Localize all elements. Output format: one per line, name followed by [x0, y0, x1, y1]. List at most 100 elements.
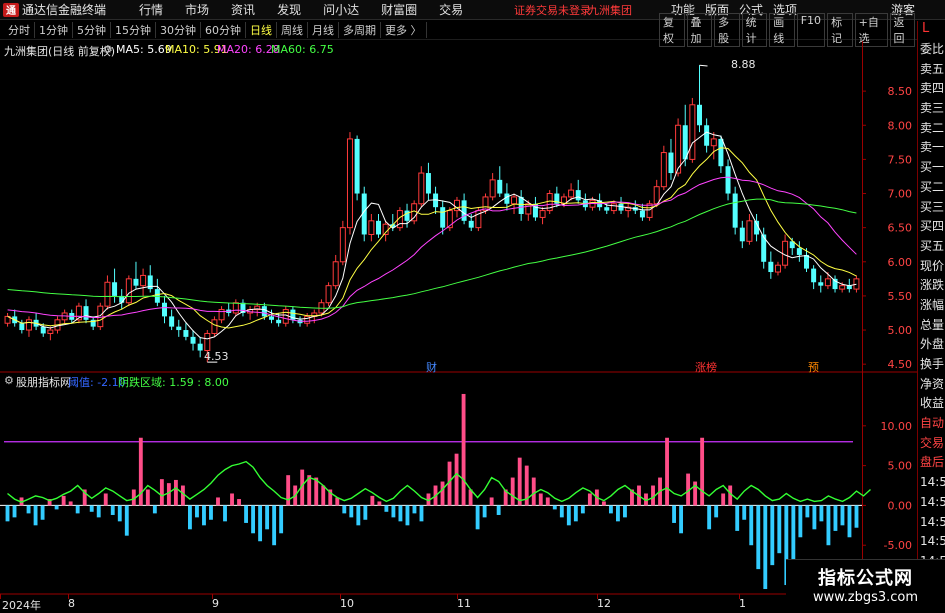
decline-zone-label: 阴跌区域: 1.59 : 8.00: [118, 376, 229, 389]
indicator-bar: [286, 475, 291, 506]
sidebar-item: 买二: [920, 179, 945, 194]
sidebar-item: 卖二: [920, 120, 945, 135]
high-price-label: 8.88: [731, 58, 756, 71]
sidebar-item: 外盘: [920, 337, 945, 352]
indicator-bar: [623, 505, 627, 518]
indicator-bar: [12, 505, 17, 518]
forecast-marker[interactable]: 预: [808, 359, 819, 375]
candle-body: [282, 309, 289, 324]
chart-area[interactable]: 8.50 8.00 7.50 7.00 6.50 6.00 5.50 5.00 4.50 10.0…: [0, 41, 917, 612]
sidebar-items: 委比 卖五 卖四 卖三 卖二 卖一 买一 买二 买三 买四 买五 现价 涨跌 涨幅 总量 外盘 换手 净资 收益 自动…: [918, 40, 945, 611]
finance-marker[interactable]: 财: [426, 359, 437, 375]
candle-body: [425, 173, 431, 194]
period-tab-60min[interactable]: 60分钟: [201, 22, 246, 38]
candle-body: [211, 319, 218, 334]
period-toolbar: 分时 1分钟 5分钟 15分钟 30分钟 60分钟 日线 周线 月线 多周期 更…: [0, 13, 917, 47]
candle-body: [739, 227, 745, 242]
candle-body: [125, 278, 132, 304]
y-tick-label: 8.50: [888, 85, 913, 98]
x-axis-label-dec: 12: [597, 597, 611, 610]
indicator-bar: [68, 501, 73, 506]
menu-item-wealth-circle[interactable]: 财富圈: [370, 1, 428, 18]
indicator-bar: [791, 505, 796, 562]
indicator-bar: [440, 481, 445, 506]
candle-body: [325, 285, 332, 304]
ma60-label: MA60: 6.75: [271, 43, 334, 56]
candle-body: [610, 203, 617, 212]
menu-item-assistant[interactable]: 问小达: [312, 1, 370, 18]
menu-item-market[interactable]: 市场: [174, 1, 220, 18]
settings-icon[interactable]: ⚙: [103, 43, 113, 56]
indicator-bar: [587, 493, 592, 506]
current-stock-name: 九洲集团: [588, 3, 632, 17]
candle-body: [539, 210, 546, 218]
candle-body: [176, 326, 182, 331]
indicator-bar: [700, 437, 705, 506]
candle-body: [489, 179, 496, 198]
sidebar-item: 14:56: [920, 514, 945, 529]
y-tick-label: 7.50: [888, 153, 913, 166]
indicator-bar: [749, 505, 754, 546]
indicator-bar: [538, 493, 543, 506]
candle-body: [183, 330, 189, 337]
x-axis-label-nov: 11: [457, 597, 471, 610]
y-tick-label: -5.00: [884, 539, 912, 552]
candle-body: [689, 104, 696, 160]
period-tab-monthly[interactable]: 月线: [308, 22, 339, 38]
period-tab-weekly[interactable]: 周线: [277, 22, 308, 38]
sidebar-item: 买五: [920, 238, 945, 253]
candle-body: [725, 166, 731, 194]
period-tab-5min[interactable]: 5分钟: [73, 22, 111, 38]
candle-body: [25, 319, 32, 331]
indicator-bar: [819, 505, 824, 522]
indicator-bar: [763, 505, 768, 590]
period-tab-1min[interactable]: 1分钟: [35, 22, 73, 38]
candle-body: [40, 326, 46, 334]
period-tab-15min[interactable]: 15分钟: [111, 22, 156, 38]
indicator-bar: [173, 479, 178, 506]
candle-body: [853, 278, 860, 290]
indicator-settings-icon[interactable]: ⚙: [4, 374, 14, 387]
menu-item-trade[interactable]: 交易: [428, 1, 474, 18]
indicator-bar: [777, 505, 782, 554]
indicator-bar: [54, 505, 59, 510]
candle-body: [639, 210, 645, 218]
kline-chart-svg[interactable]: 8.508.007.507.006.506.005.505.004.5010.0…: [0, 41, 917, 609]
period-tab-daily[interactable]: 日线: [246, 22, 277, 38]
indicator-bar: [384, 505, 389, 512]
period-tab-more[interactable]: 更多 〉: [381, 22, 427, 38]
sidebar-collapse-toggle[interactable]: L: [918, 21, 945, 40]
sidebar-item: 收益: [920, 396, 945, 411]
period-tab-timeshare[interactable]: 分时: [4, 22, 35, 38]
indicator-bar: [721, 493, 726, 506]
period-tab-multi[interactable]: 多周期: [339, 22, 381, 38]
period-tab-30min[interactable]: 30分钟: [156, 22, 201, 38]
indicator-bar: [454, 453, 459, 506]
ma-line: [7, 198, 857, 309]
low-price-label: 4.53: [204, 350, 229, 363]
indicator-bar: [195, 505, 199, 518]
login-status[interactable]: 证券交易未登录: [514, 2, 591, 18]
main-menu: 行情 市场 资讯 发现 问小达 财富圈 交易: [128, 1, 474, 18]
indicator-bar: [216, 497, 220, 506]
indicator-bar: [496, 505, 501, 515]
candle-body: [197, 343, 203, 351]
sidebar-item: 总量: [920, 317, 945, 332]
menu-item-quotes[interactable]: 行情: [128, 1, 174, 18]
menu-item-discover[interactable]: 发现: [266, 1, 312, 18]
indicator-bar: [461, 393, 466, 506]
indicator-bar: [405, 505, 410, 526]
ma-line: [7, 176, 857, 322]
indicator-bar: [391, 505, 396, 518]
indicator-bar: [230, 493, 234, 506]
menu-item-news[interactable]: 资讯: [220, 1, 266, 18]
candle-body: [154, 289, 160, 303]
candle-body: [710, 138, 717, 147]
candle-body: [761, 234, 767, 262]
sidebar-item: 换手: [920, 357, 945, 371]
gainers-marker[interactable]: 涨榜: [695, 359, 717, 375]
y-tick-label: 4.50: [888, 358, 913, 371]
indicator-bar: [482, 505, 487, 518]
indicator-bar: [117, 505, 122, 522]
indicator-bar: [616, 505, 620, 522]
